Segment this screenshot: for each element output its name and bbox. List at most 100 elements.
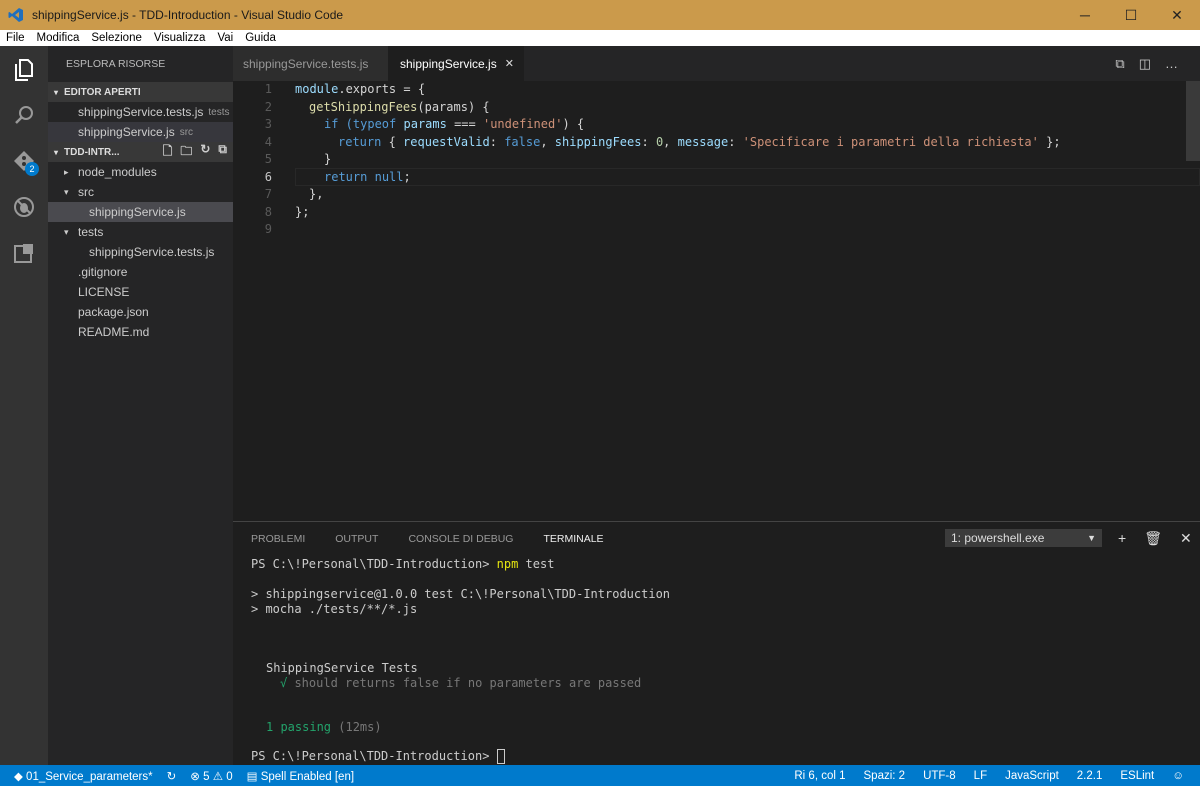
eslint-status[interactable]: ESLint (1120, 770, 1154, 782)
more-actions-icon[interactable]: … (1165, 56, 1178, 72)
terminal-select[interactable]: 1: powershell.exe ▼ (945, 529, 1102, 547)
tab-shipping-service[interactable]: shippingService.js ✕ (388, 46, 524, 81)
tree-item-shipping-service-tests[interactable]: shippingService.tests.js (48, 242, 233, 262)
line-number: 2 (264, 99, 272, 114)
spell-checker[interactable]: ▤ Spell Enabled [en] (247, 769, 354, 783)
sync-icon[interactable]: ↻ (167, 769, 177, 783)
tree-item-license[interactable]: LICENSE (48, 282, 233, 302)
editor-tabs: shippingService.tests.js shippingService… (233, 46, 1200, 81)
indentation[interactable]: Spazi: 2 (864, 770, 906, 782)
project-header[interactable]: ▾ TDD-INTR... 🗋 🗀 ↻ ⧉ (48, 142, 233, 162)
language-mode[interactable]: JavaScript (1005, 770, 1059, 782)
code-line: } (324, 152, 332, 166)
open-editors-header[interactable]: ▾ EDITOR APERTI (48, 82, 233, 102)
chevron-down-icon: ▼ (1087, 533, 1096, 543)
collapse-all-icon[interactable]: ⧉ (218, 142, 227, 163)
project-title: TDD-INTR... (64, 146, 120, 158)
tab-shipping-service-tests[interactable]: shippingService.tests.js (233, 46, 388, 81)
problems-indicator[interactable]: ⊗ 5 ⚠ 0 (190, 769, 232, 783)
activity-bar: 2 (0, 46, 48, 765)
vscode-logo-icon (8, 7, 24, 23)
tab-problems[interactable]: PROBLEMI (251, 533, 305, 545)
tree-item-shipping-service[interactable]: shippingService.js (48, 202, 233, 222)
chevron-down-icon: ▾ (64, 186, 69, 197)
files-icon (15, 59, 33, 81)
open-editor-hint: tests (208, 106, 230, 118)
cursor-position[interactable]: Ri 6, col 1 (794, 770, 845, 782)
tree-item-src[interactable]: ▾ src (48, 182, 233, 202)
tree-item-label: tests (78, 225, 104, 239)
split-editor-icon[interactable]: ◫ (1139, 56, 1151, 72)
tree-item-package-json[interactable]: package.json (48, 302, 233, 322)
tree-item-label: node_modules (78, 165, 157, 179)
code-line: }; (295, 204, 310, 219)
tree-item-label: LICENSE (78, 285, 130, 299)
terminal-output[interactable]: PS C:\!Personal\TDD-Introduction> npm te… (251, 556, 670, 764)
menu-selezione[interactable]: Selezione (85, 32, 148, 44)
tree-item-tests[interactable]: ▾ tests (48, 222, 233, 242)
terminal-line: PS C:\!Personal\TDD-Introduction> npm te… (251, 557, 555, 571)
terminal-line: √ should returns false if no parameters … (280, 676, 642, 690)
menu-bar: File Modifica Selezione Visualizza Vai G… (0, 30, 1200, 46)
menu-file[interactable]: File (0, 32, 31, 44)
tree-item-label: README.md (78, 325, 150, 339)
tab-debug-console[interactable]: CONSOLE DI DEBUG (408, 533, 513, 545)
open-editor-item[interactable]: shippingService.js src (48, 122, 233, 142)
status-bar: ◆ 01_Service_parameters* ↻ ⊗ 5 ⚠ 0 ▤ Spe… (0, 765, 1200, 786)
ts-version[interactable]: 2.2.1 (1077, 770, 1103, 782)
tree-item-gitignore[interactable]: .gitignore (48, 262, 233, 282)
refresh-icon[interactable]: ↻ (200, 142, 210, 163)
minimize-icon[interactable]: ─ (1062, 0, 1108, 30)
explorer-sidebar: ESPLORA RISORSE ▾ EDITOR APERTI shipping… (48, 46, 233, 765)
line-number: 5 (264, 152, 272, 166)
open-editor-item[interactable]: shippingService.tests.js tests (48, 102, 233, 122)
current-line-highlight (295, 168, 1200, 186)
branch-indicator[interactable]: ◆ 01_Service_parameters* (14, 769, 153, 783)
editor-scrollbar[interactable] (1186, 81, 1200, 161)
menu-vai[interactable]: Vai (211, 32, 239, 44)
terminal-select-value: 1: powershell.exe (951, 531, 1045, 545)
code-line: return { requestValid: false, shippingFe… (338, 134, 1061, 149)
menu-modifica[interactable]: Modifica (31, 32, 86, 44)
terminal-line: 1 passing (12ms) (266, 720, 382, 734)
window-title: shippingService.js - TDD-Introduction - … (32, 8, 344, 22)
tab-terminal[interactable]: TERMINALE (543, 533, 603, 545)
search-icon (15, 106, 33, 124)
end-of-line[interactable]: LF (974, 770, 987, 782)
source-control-button[interactable]: 2 (0, 138, 48, 184)
tree-item-label: package.json (78, 305, 149, 319)
trash-icon[interactable]: 🗑 (1144, 530, 1162, 547)
smiley-icon[interactable]: ☺ (1172, 770, 1184, 782)
explorer-button[interactable] (0, 46, 48, 92)
tab-output[interactable]: OUTPUT (335, 533, 378, 545)
chevron-down-icon: ▾ (64, 226, 69, 237)
close-icon[interactable]: ✕ (1154, 0, 1200, 30)
maximize-icon[interactable]: ☐ (1108, 0, 1154, 30)
tree-item-readme[interactable]: README.md (48, 322, 233, 342)
encoding[interactable]: UTF-8 (923, 770, 956, 782)
tab-label: shippingService.tests.js (243, 56, 369, 71)
menu-guida[interactable]: Guida (239, 32, 282, 44)
terminal-cursor (496, 749, 505, 764)
code-editor[interactable]: 1 2 3 4 5 6 7 8 9 module.exports = { get… (233, 81, 1200, 521)
open-changes-icon[interactable]: ⧉ (1115, 56, 1124, 72)
line-number: 1 (264, 82, 272, 96)
terminal-line: ShippingService Tests (266, 661, 418, 675)
extensions-button[interactable] (0, 230, 48, 276)
line-number: 9 (264, 222, 272, 236)
menu-visualizza[interactable]: Visualizza (148, 32, 212, 44)
close-panel-icon[interactable]: ✕ (1180, 530, 1192, 547)
debug-button[interactable] (0, 184, 48, 230)
line-number: 6 (264, 169, 272, 184)
new-file-icon[interactable]: 🗋 (163, 142, 173, 163)
close-tab-icon[interactable]: ✕ (505, 57, 514, 70)
new-folder-icon[interactable]: 🗀 (180, 142, 192, 163)
tree-item-label: .gitignore (78, 265, 128, 279)
search-button[interactable] (0, 92, 48, 138)
tree-item-node-modules[interactable]: ▸ node_modules (48, 162, 233, 182)
open-editor-name: shippingService.tests.js (78, 105, 204, 119)
add-terminal-icon[interactable]: + (1118, 530, 1126, 547)
terminal-line: PS C:\!Personal\TDD-Introduction> (251, 749, 505, 764)
code-line: module.exports = { (295, 82, 426, 96)
line-number: 4 (264, 134, 272, 149)
